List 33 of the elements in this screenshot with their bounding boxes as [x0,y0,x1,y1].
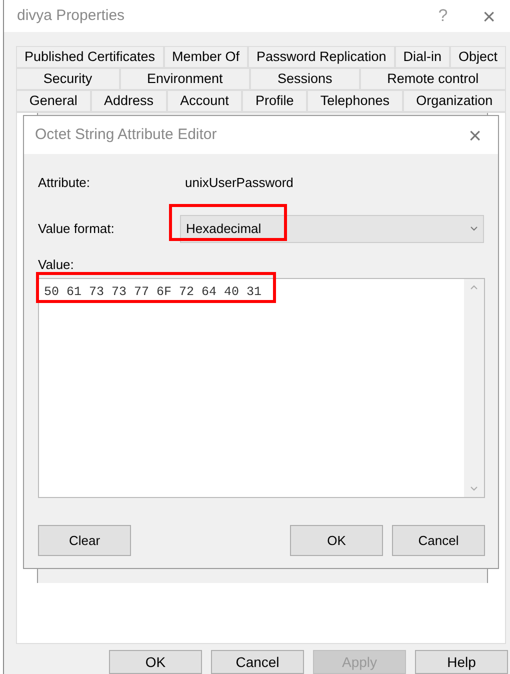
chevron-down-icon [470,226,478,231]
tab[interactable]: Organization [402,90,506,112]
dialog-title: Octet String Attribute Editor [35,124,217,145]
value-label: Value: [38,256,75,274]
format-label: Value format: [38,220,116,238]
tab[interactable]: Password Replication [248,46,395,68]
dialog-button[interactable]: Clear [38,525,131,556]
tab[interactable]: Environment [120,68,250,90]
value-textarea[interactable]: 50 61 73 73 77 6F 72 64 40 31 [38,278,485,498]
scrollbar[interactable] [464,279,484,497]
window-title: divya Properties [17,6,125,26]
format-dropdown[interactable]: Hexadecimal [180,214,484,242]
tab[interactable]: Member Of [164,46,248,68]
dialog-button[interactable]: Cancel [392,525,485,556]
tab[interactable]: General [16,90,91,112]
footer-button[interactable]: Cancel [211,650,304,674]
attribute-label: Attribute: [38,174,92,192]
tab[interactable]: Remote control [360,68,506,90]
tab[interactable]: Account [166,90,242,112]
tab[interactable]: Dial-in [394,46,450,68]
tab[interactable]: Object [450,46,506,68]
footer-button[interactable]: OK [109,650,202,674]
tab[interactable]: Address [90,90,167,112]
dialog-button[interactable]: OK [290,525,383,556]
close-button[interactable]: × [460,118,490,152]
tab[interactable]: Profile [242,90,308,112]
tab[interactable]: Telephones [307,90,403,112]
tab[interactable]: Published Certificates [16,46,164,68]
attribute-value: unixUserPassword [185,174,294,192]
close-button[interactable]: × [474,0,504,32]
tab[interactable]: Security [16,68,120,90]
footer-button[interactable]: Help [415,650,508,674]
tab[interactable]: Sessions [250,68,360,90]
